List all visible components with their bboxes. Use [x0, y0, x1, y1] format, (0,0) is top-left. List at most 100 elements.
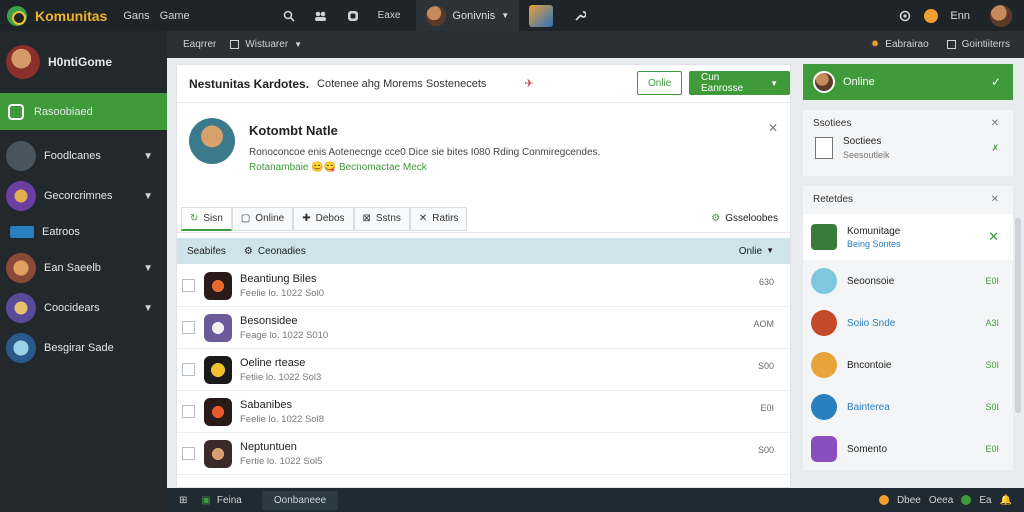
- profile-link[interactable]: Rotanambaie 😊😋 Becnomactae Meck: [249, 162, 427, 173]
- notification-icon[interactable]: [924, 8, 939, 23]
- row-subtitle: Feelie lo. 1022 Sol8: [240, 413, 324, 425]
- user-menu-label: Gonivnis: [452, 9, 496, 22]
- sidebar-item-1-label: Foodlcanes: [44, 150, 101, 162]
- friend-name: Seoonsoie: [847, 275, 895, 287]
- friend-item[interactable]: Somento E0I: [803, 428, 1013, 470]
- bell-icon[interactable]: 🔔: [1000, 495, 1012, 506]
- friend-status: S0I: [985, 360, 999, 370]
- friend-item[interactable]: Bainterea S0I: [803, 386, 1013, 428]
- tab-4[interactable]: ⊠ Sstns: [353, 206, 410, 231]
- close-icon[interactable]: ✕: [991, 118, 999, 129]
- friend-avatar: [811, 352, 837, 378]
- sidebar-item-6-label: Besgirar Sade: [44, 342, 114, 354]
- row-subtitle: Fertie lo. 1022 Sol5: [240, 455, 323, 467]
- wrench-button[interactable]: [563, 0, 597, 31]
- online-button[interactable]: Onlie: [637, 71, 683, 95]
- list-item[interactable]: Beantiung Biles Feelie lo. 1022 Sol0 630: [177, 265, 790, 307]
- notice-item[interactable]: Soctiees Seesoutleik ✗: [803, 136, 1013, 160]
- tab-1[interactable]: ↻ Sisn: [181, 206, 232, 231]
- subbar-item-3[interactable]: ✹ Eabrairao: [871, 39, 929, 50]
- sidebar-item-2[interactable]: Gecorcrimnes ▼: [0, 176, 167, 216]
- online-status-card[interactable]: Online ✓: [803, 64, 1013, 100]
- user-menu[interactable]: Gonivnis ▼: [416, 0, 520, 31]
- tab-2[interactable]: ▢ Online: [231, 206, 294, 231]
- list-item[interactable]: Besonsidee Feage lo. 1022 S010 AOM: [177, 307, 790, 349]
- bottom-right-3[interactable]: Ea: [979, 495, 991, 506]
- scrollbar[interactable]: [1015, 218, 1021, 413]
- window-icon: [230, 40, 240, 49]
- message-icon[interactable]: [346, 9, 360, 23]
- friend-status: E0I: [985, 276, 999, 286]
- sidebar-item-active[interactable]: Rasoobiaed: [0, 93, 167, 130]
- chevron-down-icon: ▼: [143, 262, 153, 274]
- sidebar-item-2-icon: [6, 181, 36, 211]
- profile-avatar[interactable]: [990, 4, 1012, 27]
- sidebar-item-6[interactable]: Besgirar Sade: [0, 328, 167, 368]
- notices-title: Ssotiees: [813, 117, 852, 129]
- list-item[interactable]: Neptuntuen Fertie lo. 1022 Sol5 S00: [177, 433, 790, 475]
- grid-icon[interactable]: ⊞: [179, 495, 187, 506]
- friend-item[interactable]: Bncontoie S0I: [803, 344, 1013, 386]
- close-icon[interactable]: ✕: [768, 121, 778, 135]
- sidebar-item-4[interactable]: Ean Saeelb ▼: [0, 248, 167, 288]
- notice-action-icon[interactable]: ✗: [991, 143, 999, 154]
- subbar-item-4[interactable]: Gointiiterrs: [946, 39, 1010, 50]
- friends-title: Retetdes: [813, 193, 854, 205]
- row-checkbox[interactable]: [182, 321, 195, 334]
- row-checkbox[interactable]: [182, 279, 195, 292]
- bottom-item-1[interactable]: ▣ Feina: [201, 495, 241, 506]
- list-item[interactable]: Sabanibes Feelie lo. 1022 Sol8 E0I: [177, 391, 790, 433]
- sidebar-item-1-icon: [6, 141, 36, 171]
- list-header-col2[interactable]: ⚙ Ceonadies: [244, 246, 306, 257]
- row-title: Sabanibes: [240, 398, 292, 411]
- subbar-item-2[interactable]: Wistuarer ▼: [230, 39, 302, 50]
- row-checkbox[interactable]: [182, 363, 195, 376]
- online-avatar: [813, 71, 835, 93]
- user-avatar: [426, 5, 447, 26]
- sidebar-item-3[interactable]: Eatroos: [0, 216, 167, 248]
- search-icon[interactable]: [282, 9, 296, 23]
- brand-name[interactable]: Komunitas: [35, 8, 107, 24]
- friend-action-icon[interactable]: ✕: [988, 229, 999, 245]
- notices-header: Ssotiees ✕: [803, 110, 1013, 136]
- people-icon[interactable]: [314, 9, 328, 23]
- settings-icon[interactable]: [898, 9, 912, 23]
- dropdown-button[interactable]: Cun Eanrosse ▼: [689, 71, 790, 95]
- list-item[interactable]: Oeline rtease Fetiie lo. 1022 Sol3 S00: [177, 349, 790, 391]
- profile-block: Kotombt Natle Ronoconcoe enis Aotenecnge…: [177, 103, 790, 201]
- subbar-item-1[interactable]: Eaqrrer: [183, 39, 216, 50]
- game-thumbnail[interactable]: [519, 0, 563, 31]
- tab-right-action[interactable]: ⚙ Gsseloobes: [711, 213, 778, 224]
- friend-item[interactable]: Seoonsoie E0I: [803, 260, 1013, 302]
- row-checkbox[interactable]: [182, 447, 195, 460]
- top-link-game[interactable]: Game: [160, 10, 190, 22]
- close-icon[interactable]: ✕: [991, 194, 999, 205]
- list-header-col1[interactable]: Seabifes: [187, 246, 226, 257]
- bottom-right-1[interactable]: Dbee: [897, 495, 921, 506]
- bottom-item-2[interactable]: Oonbaneee: [261, 490, 339, 510]
- notice-sub: Seesoutleik: [843, 150, 890, 160]
- tab-4-label: Sstns: [375, 213, 401, 224]
- friend-name: Bainterea: [847, 401, 890, 413]
- top-link-games[interactable]: Gans: [123, 10, 149, 22]
- tab-3[interactable]: ✚ Debos: [293, 206, 354, 231]
- top-right-label[interactable]: Enn: [950, 10, 970, 22]
- logo-icon[interactable]: [7, 5, 27, 26]
- row-checkbox[interactable]: [182, 405, 195, 418]
- online-label: Online: [843, 76, 875, 88]
- chevron-down-icon: ▼: [143, 302, 153, 314]
- chevron-down-icon: ▼: [770, 78, 778, 88]
- gear-icon: ✹: [870, 39, 880, 50]
- profile-name-heading: Kotombt Natle: [249, 123, 338, 138]
- sidebar-item-5[interactable]: Coocidears ▼: [0, 288, 167, 328]
- sidebar-item-1[interactable]: Foodlcanes ▼: [0, 136, 167, 176]
- bottom-right-2[interactable]: Oeea: [929, 495, 953, 506]
- sidebar-profile[interactable]: H0ntiGome: [0, 31, 167, 93]
- page-title: Nestunitas Kardotes.: [189, 76, 310, 91]
- top-extra-label[interactable]: Eaxe: [378, 9, 401, 23]
- row-time: AOM: [753, 319, 774, 329]
- friend-item[interactable]: Komunitage Being Sontes ✕: [803, 214, 1013, 260]
- friend-item[interactable]: Soiio Snde A3I: [803, 302, 1013, 344]
- tab-5[interactable]: ✕ Ratirs: [409, 206, 468, 231]
- list-header-col3[interactable]: Onlie ▼: [739, 246, 774, 257]
